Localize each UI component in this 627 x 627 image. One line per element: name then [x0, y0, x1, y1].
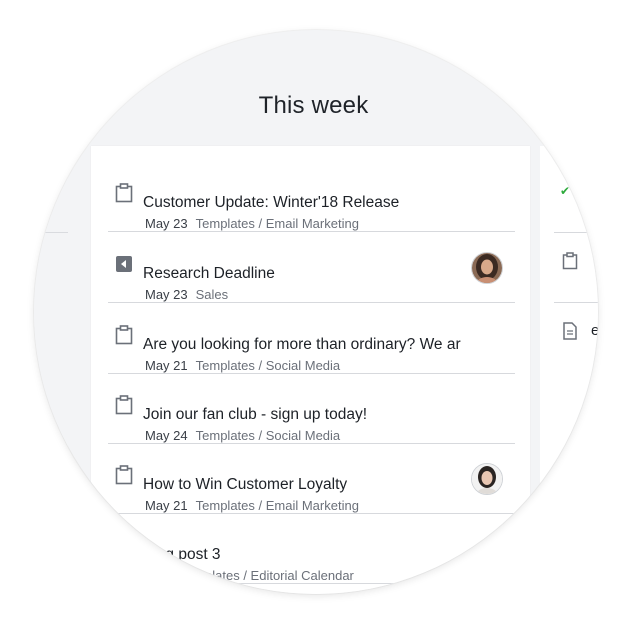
item-date: May 24: [145, 428, 188, 443]
list-item[interactable]: Join our fan club - sign up today! May 2…: [108, 373, 515, 444]
right-item-title[interactable]: e: [591, 322, 598, 339]
left-column-divider: [34, 232, 68, 233]
item-date: May 21: [145, 498, 188, 513]
item-date: May 23: [145, 287, 188, 302]
check-icon: ✔: [560, 184, 571, 198]
item-meta: …21 Templates / Editorial Calendar: [145, 568, 354, 583]
clipboard-icon: [115, 465, 133, 485]
item-title: How to Win Customer Loyalty: [143, 476, 348, 493]
right-column-divider: [554, 232, 598, 233]
list-item[interactable]: Customer Update: Winter'18 Release May 2…: [108, 161, 515, 232]
document-icon: [563, 322, 577, 340]
right-column-divider: [554, 302, 598, 303]
item-title: Blog post 3: [143, 546, 221, 563]
item-title: Join our fan club - sign up today!: [143, 406, 368, 423]
clipboard-icon: [115, 535, 133, 555]
item-path[interactable]: Templates / Social Media: [196, 358, 341, 373]
right-column: ✔ e: [540, 146, 598, 594]
item-title: Are you looking for more than ordinary? …: [143, 336, 461, 353]
avatar-photo: [472, 464, 502, 494]
list-item[interactable]: Are you looking for more than ordinary? …: [108, 303, 515, 374]
item-path[interactable]: Sales: [196, 287, 229, 302]
item-path[interactable]: Templates / Email Marketing: [196, 216, 359, 231]
item-meta: May 23 Sales: [145, 287, 228, 302]
item-title: Research Deadline: [143, 265, 275, 282]
this-week-column: Customer Update: Winter'18 Release May 2…: [91, 146, 530, 594]
item-path[interactable]: Templates / Email Marketing: [196, 498, 359, 513]
item-date: May 21: [145, 358, 188, 373]
item-meta: May 23 Templates / Email Marketing: [145, 216, 359, 231]
list-item[interactable]: Research Deadline May 23 Sales: [108, 232, 515, 303]
item-path[interactable]: Templates / Social Media: [196, 428, 341, 443]
clipboard-icon: [115, 183, 133, 203]
circular-viewport: This week Customer Update: Winter'18 Rel…: [34, 30, 598, 594]
item-title: Customer Update: Winter'18 Release: [143, 194, 400, 211]
week-title: This week: [258, 92, 369, 119]
clipboard-icon: [562, 252, 578, 270]
avatar-photo: [472, 253, 502, 283]
flag-icon: [116, 256, 132, 272]
item-meta: May 21 Templates / Social Media: [145, 358, 340, 373]
avatar[interactable]: [471, 463, 503, 495]
item-path[interactable]: Templates / Editorial Calendar: [180, 568, 353, 583]
item-meta: May 21 Templates / Email Marketing: [145, 498, 359, 513]
item-date: May 23: [145, 216, 188, 231]
list-item[interactable]: How to Win Customer Loyalty May 21 Templa…: [108, 443, 515, 514]
item-meta: May 24 Templates / Social Media: [145, 428, 340, 443]
clipboard-icon: [115, 395, 133, 415]
avatar[interactable]: [471, 252, 503, 284]
left-column: [34, 146, 68, 594]
list-item[interactable]: Blog post 3 …21 Templates / Editorial Cal…: [108, 513, 515, 584]
item-date: …21: [145, 568, 173, 583]
clipboard-icon: [115, 325, 133, 345]
